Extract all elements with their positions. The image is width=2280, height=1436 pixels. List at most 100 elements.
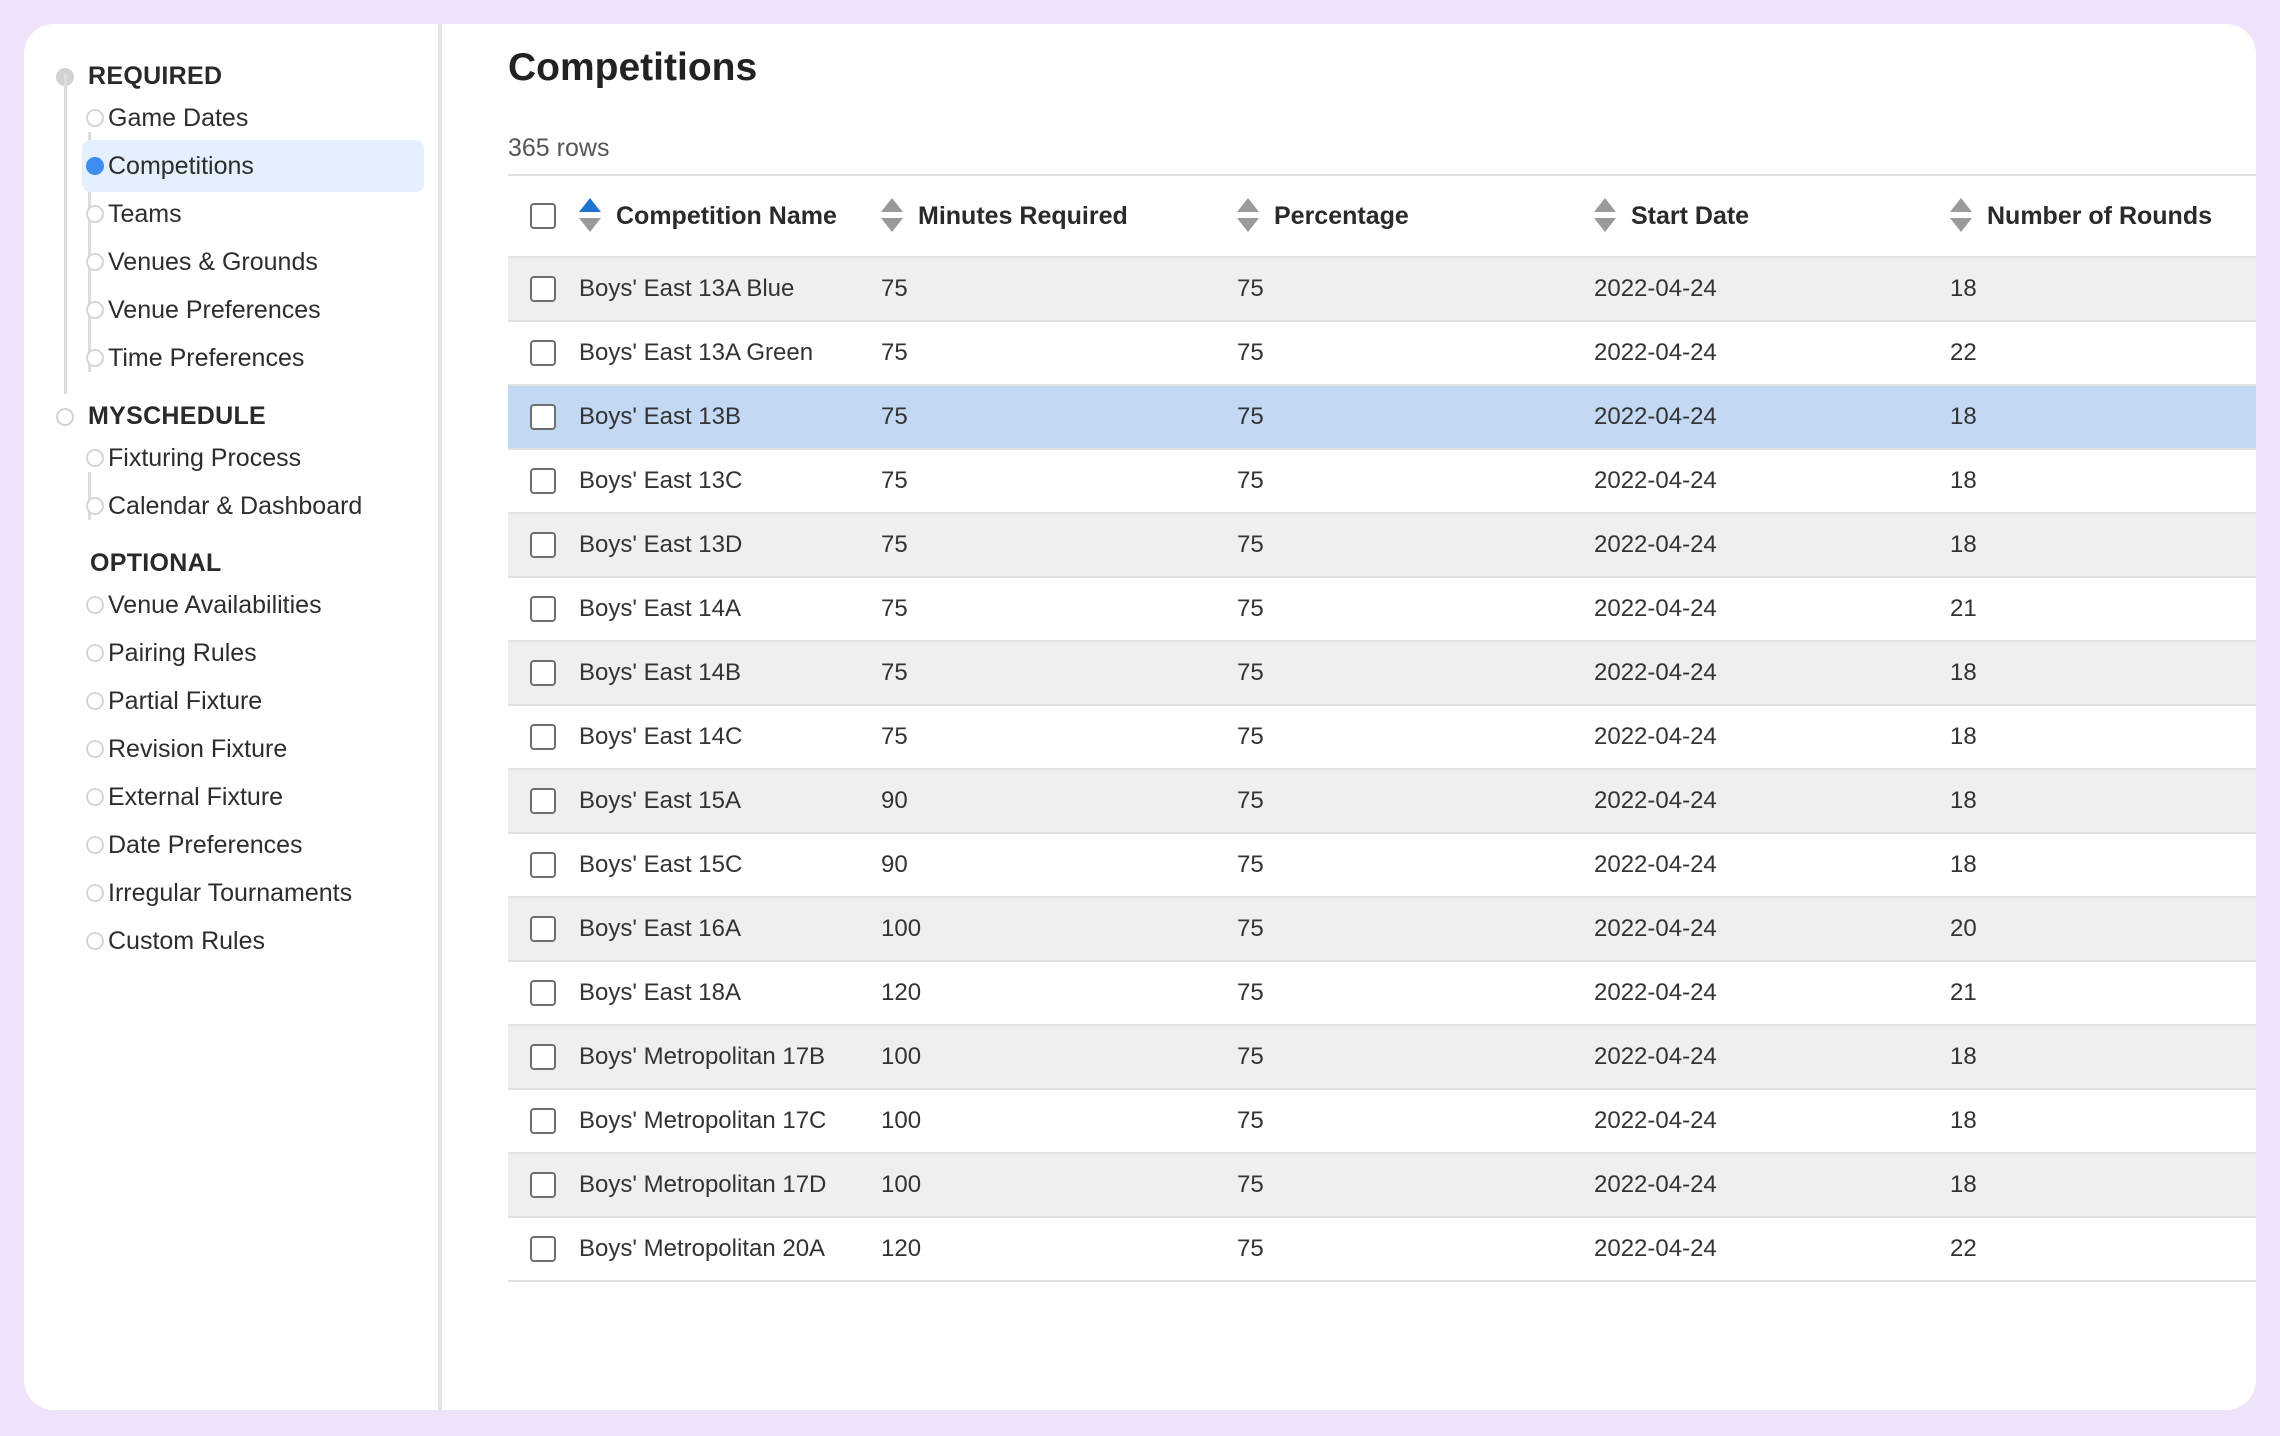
step-circle-icon <box>86 788 104 806</box>
sort-arrows-icon[interactable] <box>1949 196 1973 236</box>
table-row[interactable]: Boys' East 13C 75 75 2022-04-24 18 <box>508 450 2256 514</box>
start-date-cell: 2022-04-24 <box>1594 595 1717 622</box>
table-row[interactable]: Boys' East 14B 75 75 2022-04-24 18 <box>508 642 2256 706</box>
app-window: REQUIRED Game Dates Competitions Teams Venue… <box>24 24 2256 1410</box>
number-of-rounds-cell: 18 <box>1950 1107 1977 1134</box>
table-header: Competition Name Minutes Required Percenta… <box>508 176 2256 258</box>
row-checkbox[interactable] <box>530 660 556 686</box>
percentage-cell: 75 <box>1237 275 1264 302</box>
table-row[interactable]: Boys' East 14A 75 75 2022-04-24 21 <box>508 578 2256 642</box>
section-heading-optional: OPTIONAL <box>90 549 222 577</box>
start-date-cell: 2022-04-24 <box>1594 1235 1717 1262</box>
start-date-cell: 2022-04-24 <box>1594 1107 1717 1134</box>
column-header-label: Percentage <box>1274 201 1409 230</box>
competition-name-cell: Boys' Metropolitan 17D <box>579 1171 827 1198</box>
table-row[interactable]: Boys' East 14C 75 75 2022-04-24 18 <box>508 706 2256 770</box>
sidebar-item-venues-grounds[interactable]: Venues & Grounds <box>82 236 424 288</box>
competition-name-cell: Boys' East 13B <box>579 403 741 430</box>
sidebar-item-teams[interactable]: Teams <box>82 188 424 240</box>
sidebar-item-competitions[interactable]: Competitions <box>82 140 424 192</box>
column-header-label: Start Date <box>1631 201 1750 230</box>
column-header-minutes-required[interactable]: Minutes Required <box>880 176 1128 256</box>
sidebar-item-external-fixture[interactable]: External Fixture <box>82 771 424 823</box>
start-date-cell: 2022-04-24 <box>1594 1171 1717 1198</box>
number-of-rounds-cell: 18 <box>1950 275 1977 302</box>
start-date-cell: 2022-04-24 <box>1594 1043 1717 1070</box>
number-of-rounds-cell: 18 <box>1950 851 1977 878</box>
table-row[interactable]: Boys' East 13A Green 75 75 2022-04-24 22 <box>508 322 2256 386</box>
start-date-cell: 2022-04-24 <box>1594 467 1717 494</box>
sidebar-item-label: Date Preferences <box>108 831 303 859</box>
sidebar-item-calendar-dashboard[interactable]: Calendar & Dashboard <box>82 480 424 532</box>
number-of-rounds-cell: 18 <box>1950 787 1977 814</box>
sidebar-item-label: External Fixture <box>108 783 284 811</box>
sidebar-item-game-dates[interactable]: Game Dates <box>82 92 424 144</box>
competition-name-cell: Boys' East 13A Green <box>579 339 814 366</box>
table-row[interactable]: Boys' East 15A 90 75 2022-04-24 18 <box>508 770 2256 834</box>
minutes-required-cell: 75 <box>881 659 908 686</box>
row-checkbox[interactable] <box>530 596 556 622</box>
number-of-rounds-cell: 18 <box>1950 403 1977 430</box>
sidebar-item-revision-fixture[interactable]: Revision Fixture <box>82 723 424 775</box>
table-row[interactable]: Boys' Metropolitan 20A 120 75 2022-04-24 22 <box>508 1218 2256 1282</box>
sidebar-item-label: Teams <box>108 200 182 228</box>
row-checkbox[interactable] <box>530 340 556 366</box>
sidebar-item-fixturing-process[interactable]: Fixturing Process <box>82 432 424 484</box>
row-checkbox[interactable] <box>530 276 556 302</box>
sidebar-item-custom-rules[interactable]: Custom Rules <box>82 915 424 967</box>
table-row[interactable]: Boys' East 18A 120 75 2022-04-24 21 <box>508 962 2256 1026</box>
step-circle-icon <box>86 836 104 854</box>
sidebar-item-irregular-tournaments[interactable]: Irregular Tournaments <box>82 867 424 919</box>
minutes-required-cell: 100 <box>881 1171 922 1198</box>
row-checkbox[interactable] <box>530 468 556 494</box>
step-circle-icon <box>86 596 104 614</box>
sort-arrows-icon[interactable] <box>1593 196 1617 236</box>
table-row[interactable]: Boys' Metropolitan 17D 100 75 2022-04-24 18 <box>508 1154 2256 1218</box>
minutes-required-cell: 75 <box>881 467 908 494</box>
sidebar-item-time-preferences[interactable]: Time Preferences <box>82 332 424 384</box>
sidebar-item-pairing-rules[interactable]: Pairing Rules <box>82 627 424 679</box>
table-row[interactable]: Boys' East 13B 75 75 2022-04-24 18 <box>508 386 2256 450</box>
row-checkbox[interactable] <box>530 404 556 430</box>
row-checkbox[interactable] <box>530 532 556 558</box>
competition-name-cell: Boys' East 15A <box>579 787 741 814</box>
row-checkbox[interactable] <box>530 724 556 750</box>
column-header-label: Competition Name <box>616 201 837 230</box>
table-row[interactable]: Boys' East 13D 75 75 2022-04-24 18 <box>508 514 2256 578</box>
column-header-percentage[interactable]: Percentage <box>1236 176 1409 256</box>
sidebar-item-venue-preferences[interactable]: Venue Preferences <box>82 284 424 336</box>
sidebar-item-venue-availabilities[interactable]: Venue Availabilities <box>82 579 424 631</box>
row-checkbox[interactable] <box>530 852 556 878</box>
percentage-cell: 75 <box>1237 403 1264 430</box>
row-checkbox[interactable] <box>530 1236 556 1262</box>
table-row[interactable]: Boys' Metropolitan 17C 100 75 2022-04-24 18 <box>508 1090 2256 1154</box>
column-header-number-of-rounds[interactable]: Number of Rounds <box>1949 176 2212 256</box>
section-heading-myschedule: MYSCHEDULE <box>88 402 267 430</box>
start-date-cell: 2022-04-24 <box>1594 531 1717 558</box>
row-checkbox[interactable] <box>530 1172 556 1198</box>
sidebar-item-partial-fixture[interactable]: Partial Fixture <box>82 675 424 727</box>
column-header-start-date[interactable]: Start Date <box>1593 176 1749 256</box>
step-circle-icon <box>86 449 104 467</box>
row-checkbox[interactable] <box>530 788 556 814</box>
sidebar-item-date-preferences[interactable]: Date Preferences <box>82 819 424 871</box>
number-of-rounds-cell: 18 <box>1950 1043 1977 1070</box>
row-checkbox[interactable] <box>530 916 556 942</box>
table-row[interactable]: Boys' East 15C 90 75 2022-04-24 18 <box>508 834 2256 898</box>
select-all-checkbox[interactable] <box>530 203 556 229</box>
table-row[interactable]: Boys' East 16A 100 75 2022-04-24 20 <box>508 898 2256 962</box>
start-date-cell: 2022-04-24 <box>1594 403 1717 430</box>
sort-arrows-icon[interactable] <box>1236 196 1260 236</box>
sidebar-item-label: Time Preferences <box>108 344 305 372</box>
number-of-rounds-cell: 18 <box>1950 723 1977 750</box>
row-checkbox[interactable] <box>530 980 556 1006</box>
row-checkbox[interactable] <box>530 1044 556 1070</box>
column-header-competition-name[interactable]: Competition Name <box>578 176 837 256</box>
table-row[interactable]: Boys' East 13A Blue 75 75 2022-04-24 18 <box>508 258 2256 322</box>
table-row[interactable]: Boys' Metropolitan 17B 100 75 2022-04-24 18 <box>508 1026 2256 1090</box>
sort-arrows-icon[interactable] <box>578 196 602 236</box>
sort-arrows-icon[interactable] <box>880 196 904 236</box>
start-date-cell: 2022-04-24 <box>1594 275 1717 302</box>
row-checkbox[interactable] <box>530 1108 556 1134</box>
sidebar-item-label: Fixturing Process <box>108 444 302 472</box>
